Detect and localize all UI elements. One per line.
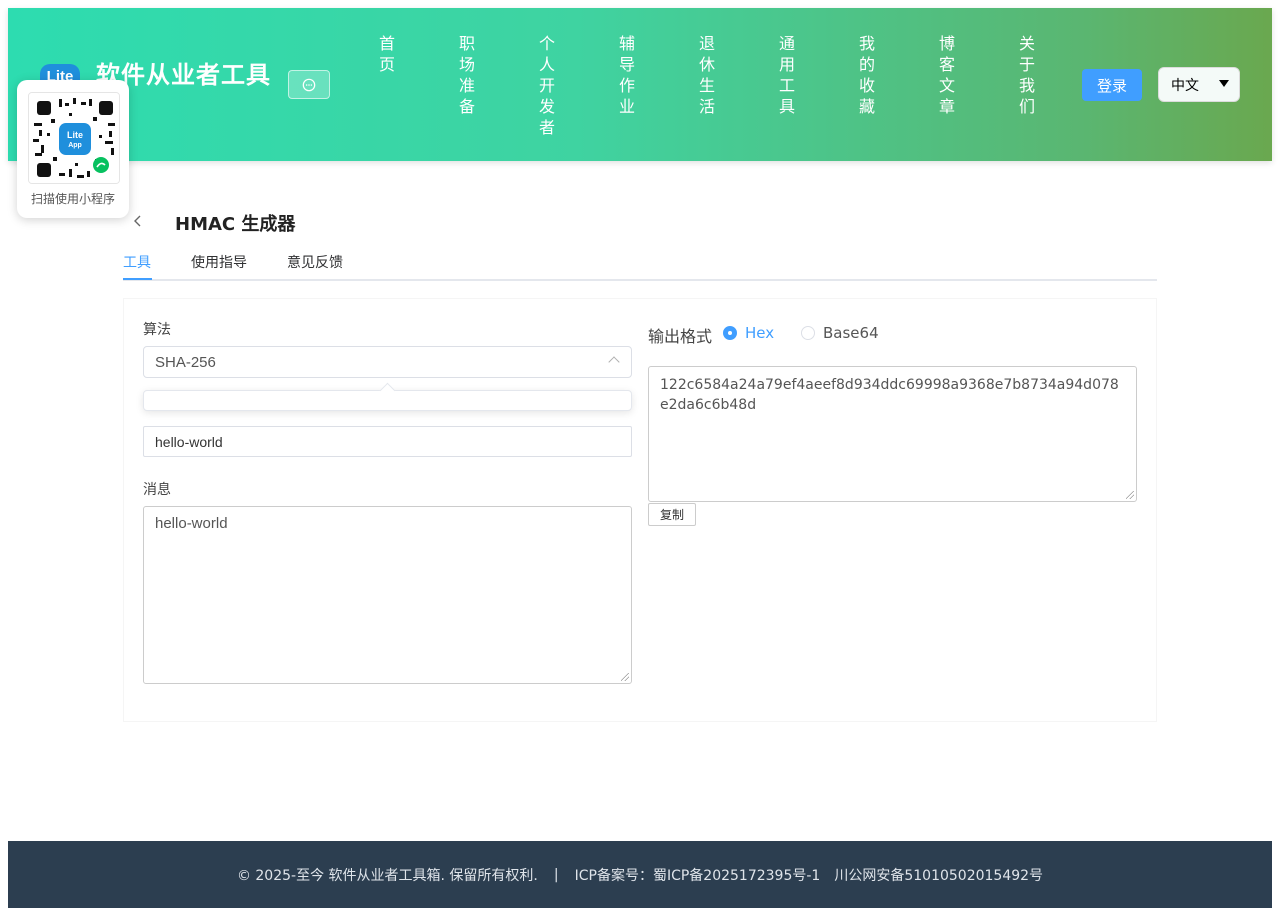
qr-code-image: Lite App [28,92,120,184]
radio-unchecked-icon [801,326,815,340]
chevron-up-icon [608,356,620,368]
radio-base64[interactable]: Base64 [801,324,879,342]
back-arrow-icon[interactable] [131,212,145,230]
nav-label: 首页 [378,34,395,74]
hmac-output-value: 122c6584a24a79ef4aeef8d934ddc69998a9368e… [660,377,1119,413]
nav-item-blog[interactable]: 博客文章 [928,33,1008,138]
message-textarea[interactable]: hello-world [143,506,632,684]
nav-label: 职场准备 [458,34,475,116]
radio-hex[interactable]: Hex [723,324,774,342]
qr-caption: 扫描使用小程序 [30,192,115,206]
chevron-down-icon [1219,80,1229,87]
nav-item-about[interactable]: 关于我们 [1008,33,1088,138]
message-label: 消息 [143,482,171,498]
message-value: hello-world [155,515,228,532]
chat-button[interactable] [288,70,330,99]
algorithm-select[interactable]: SHA-256 [143,346,632,378]
algorithm-label: 算法 [143,322,171,338]
chat-icon [302,78,316,91]
key-value: hello-world [155,433,223,450]
active-tab-indicator [123,278,152,280]
nav-item-favorites[interactable]: 我的收藏 [848,33,928,138]
nav-label: 通用工具 [778,34,795,116]
nav-label: 退休生活 [698,34,715,116]
hmac-output-textarea[interactable]: 122c6584a24a79ef4aeef8d934ddc69998a9368e… [648,366,1137,502]
nav-label: 辅导作业 [618,34,635,116]
qr-code-icon: Lite App [29,93,119,183]
nav-label: 我的收藏 [858,34,875,116]
tab-tool[interactable]: 工具 [123,252,151,272]
resize-grip-icon[interactable] [1126,491,1134,499]
site-header: Lite 软件从业者工具 首页 职场准备 个人开发者 辅导作业 退休生活 通用工… [8,8,1272,161]
radio-base64-label: Base64 [823,324,879,342]
algorithm-dropdown[interactable] [143,390,632,411]
nav-item-career[interactable]: 职场准备 [448,33,528,138]
tab-feedback[interactable]: 意见反馈 [287,252,343,272]
footer-separator: | [553,866,559,883]
footer-police-link[interactable]: 川公网安备51010502015492号 [834,865,1043,885]
resize-grip-icon[interactable] [621,673,629,681]
footer-icp-link[interactable]: ICP备案号：蜀ICP备2025172395号-1 [575,865,821,885]
qr-popup: Lite App 扫描使用小程序 [17,80,129,218]
nav-item-home[interactable]: 首页 [368,33,448,138]
svg-text:Lite: Lite [67,130,83,140]
language-select[interactable]: 中文 [1158,67,1240,102]
login-button[interactable]: 登录 [1082,69,1142,101]
nav-label: 关于我们 [1018,34,1035,116]
page-title: HMAC 生成器 [175,214,296,235]
nav-item-indie-dev[interactable]: 个人开发者 [528,33,608,138]
radio-checked-icon [723,326,737,340]
nav-label: 个人开发者 [538,34,555,137]
svg-text:App: App [68,142,82,149]
nav-item-general-tools[interactable]: 通用工具 [768,33,848,138]
footer-copyright: © 2025-至今 软件从业者工具箱. 保留所有权利. [236,867,538,884]
output-format-label: 输出格式 [648,327,713,346]
nav-item-homework[interactable]: 辅导作业 [608,33,688,138]
copy-button[interactable]: 复制 [648,503,696,526]
language-value: 中文 [1171,77,1199,94]
tool-tabs: 工具 使用指导 意见反馈 [123,252,1157,281]
main-nav: 首页 职场准备 个人开发者 辅导作业 退休生活 通用工具 我的收藏 博客文章 关… [368,33,1088,138]
radio-hex-label: Hex [745,324,775,342]
nav-item-retirement[interactable]: 退休生活 [688,33,768,138]
algorithm-value: SHA-256 [155,353,216,371]
nav-label: 博客文章 [938,34,955,116]
tab-guide[interactable]: 使用指导 [191,252,247,272]
site-footer: © 2025-至今 软件从业者工具箱. 保留所有权利. | ICP备案号：蜀IC… [8,841,1272,908]
key-input[interactable]: hello-world [143,426,632,457]
